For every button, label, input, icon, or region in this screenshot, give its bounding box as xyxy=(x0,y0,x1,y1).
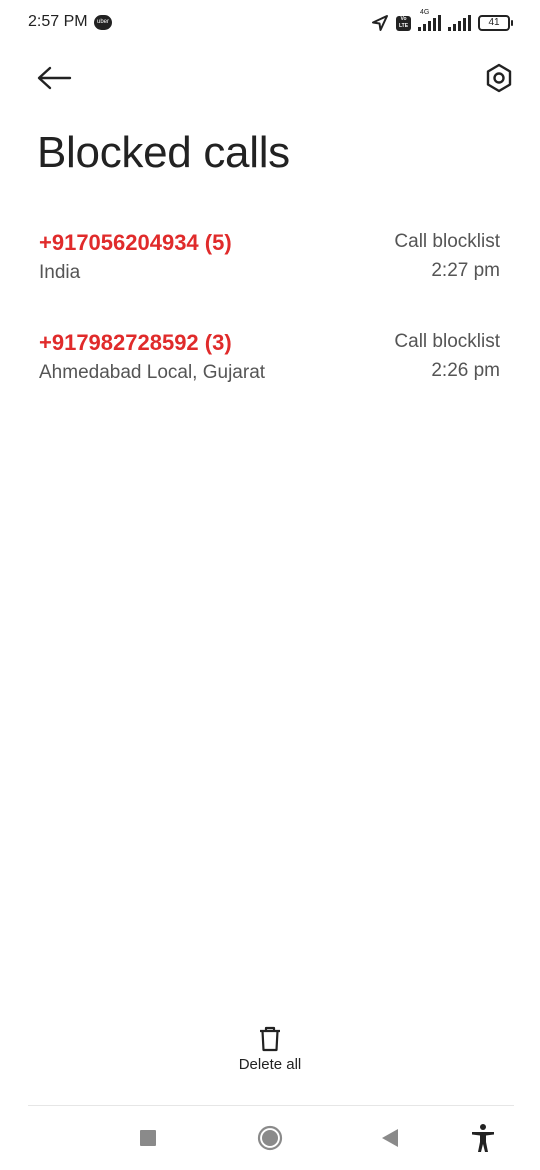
blocked-call-item[interactable]: +917056204934 (5) India Call blocklist 2… xyxy=(0,218,540,318)
call-source: Call blocklist xyxy=(394,331,500,352)
status-bar: 2:57 PM uber Vo LTE 4G 41 xyxy=(0,0,540,46)
network-type-label: 4G xyxy=(420,9,430,16)
square-icon xyxy=(140,1130,156,1146)
recents-button[interactable] xyxy=(132,1122,164,1154)
status-icons: Vo LTE 4G 41 xyxy=(371,9,513,34)
system-navigation-bar xyxy=(0,1106,540,1170)
uber-notification-icon: uber xyxy=(94,15,112,30)
arrow-left-icon xyxy=(37,66,72,90)
battery-icon: 41 xyxy=(478,15,513,31)
call-source: Call blocklist xyxy=(394,231,500,252)
blocked-call-item[interactable]: +917982728592 (3) Ahmedabad Local, Gujar… xyxy=(0,318,540,418)
delete-all-label: Delete all xyxy=(238,1056,302,1073)
nav-back-button[interactable] xyxy=(374,1122,406,1154)
call-time: 2:26 pm xyxy=(431,360,500,381)
circle-icon xyxy=(257,1125,283,1151)
volte-icon: Vo LTE xyxy=(396,15,411,31)
blocked-calls-list: +917056204934 (5) India Call blocklist 2… xyxy=(0,218,540,418)
signal-strength-sim2-icon xyxy=(448,15,471,31)
settings-button[interactable] xyxy=(479,58,519,98)
trash-icon xyxy=(260,1026,280,1052)
call-number: +917982728592 (3) xyxy=(39,330,232,355)
signal-strength-sim1-icon: 4G xyxy=(418,9,441,31)
delete-all-button[interactable]: Delete all xyxy=(220,1022,320,1082)
back-button[interactable] xyxy=(34,58,74,98)
status-time: 2:57 PM xyxy=(28,13,88,30)
triangle-icon xyxy=(382,1129,398,1147)
call-time: 2:27 pm xyxy=(431,260,500,281)
settings-hexagon-icon xyxy=(486,63,512,93)
accessibility-icon xyxy=(472,1124,494,1152)
page-title: Blocked calls xyxy=(37,128,290,177)
home-button[interactable] xyxy=(254,1122,286,1154)
call-location: Ahmedabad Local, Gujarat xyxy=(39,362,266,383)
accessibility-button[interactable] xyxy=(467,1122,499,1154)
call-location: India xyxy=(39,262,81,283)
location-arrow-icon xyxy=(372,15,388,31)
call-number: +917056204934 (5) xyxy=(39,230,232,255)
